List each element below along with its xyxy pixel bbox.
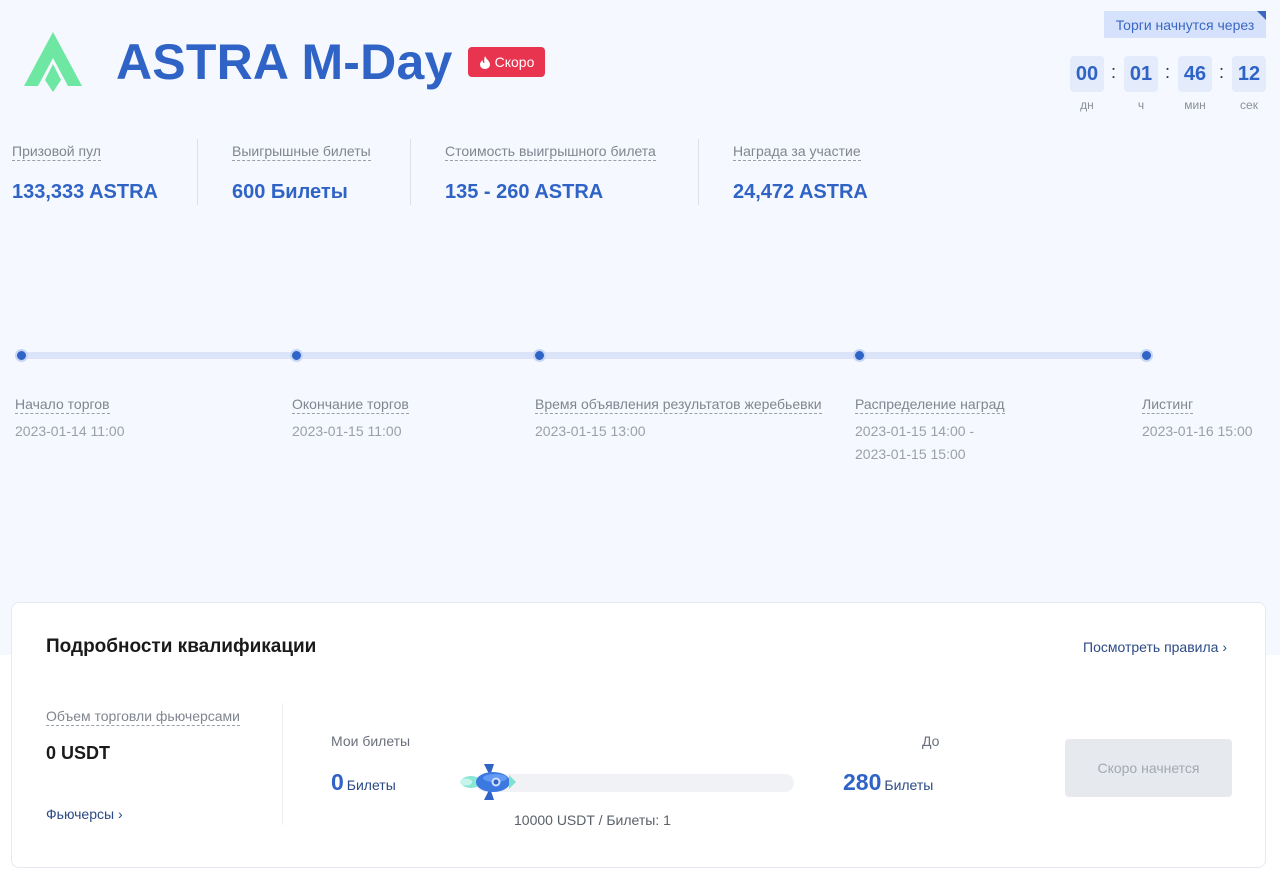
rocket-icon bbox=[460, 764, 516, 800]
timeline-item-trading-start: Начало торгов 2023-01-14 11:00 bbox=[15, 396, 125, 443]
futures-link[interactable]: Фьючерсы › bbox=[46, 806, 123, 822]
astra-logo-icon bbox=[24, 32, 82, 92]
my-tickets-value: 0 bbox=[331, 769, 344, 795]
timeline-track bbox=[22, 352, 1148, 359]
futures-link-label: Фьючерсы bbox=[46, 806, 115, 822]
countdown-days: 00 bbox=[1070, 56, 1104, 92]
timeline-dot bbox=[15, 349, 28, 362]
timeline-date-end: 2023-01-15 15:00 bbox=[855, 446, 966, 462]
countdown-unit-days: дн bbox=[1080, 98, 1094, 112]
max-tickets-label: До bbox=[922, 733, 940, 749]
stat-label[interactable]: Награда за участие bbox=[733, 143, 861, 161]
stat-label[interactable]: Стоимость выигрышного билета bbox=[445, 143, 656, 161]
stat-divider bbox=[410, 139, 411, 205]
starting-soon-button[interactable]: Скоро начнется bbox=[1065, 739, 1232, 797]
timeline-item-reward-distribution: Распределение наград 2023-01-15 14:00 - … bbox=[855, 396, 1005, 466]
view-rules-label: Посмотреть правила bbox=[1083, 639, 1219, 655]
countdown-unit-seconds: сек bbox=[1240, 98, 1258, 112]
countdown-label: Торги начнутся через bbox=[1104, 11, 1266, 38]
tickets-unit: Билеты bbox=[346, 777, 396, 793]
tickets-unit: Билеты bbox=[884, 777, 934, 793]
stat-divider bbox=[197, 139, 198, 205]
stat-winning-tickets: Выигрышные билеты 600 Билеты bbox=[232, 143, 371, 204]
stat-value: 135 - 260 ASTRA bbox=[445, 181, 604, 203]
timeline-date: 2023-01-14 11:00 bbox=[15, 423, 125, 439]
stat-divider bbox=[698, 139, 699, 205]
page-title: ASTRA M-Day bbox=[116, 34, 453, 90]
countdown-separator: : bbox=[1165, 62, 1171, 82]
stat-value: 24,472 ASTRA bbox=[733, 181, 868, 203]
status-badge: Скоро bbox=[468, 47, 545, 77]
fire-icon bbox=[479, 55, 490, 69]
timeline-dot bbox=[853, 349, 866, 362]
countdown-separator: : bbox=[1219, 62, 1225, 82]
timeline-date: 2023-01-15 14:00 - 2023-01-15 15:00 bbox=[855, 420, 1005, 466]
timeline-label[interactable]: Время объявления результатов жеребьевки bbox=[535, 396, 822, 414]
my-tickets-label: Мои билеты bbox=[331, 733, 411, 749]
max-tickets-count: 280 Билеты bbox=[843, 769, 933, 796]
stat-participation-reward: Награда за участие 24,472 ASTRA bbox=[733, 143, 868, 204]
stat-value: 600 Билеты bbox=[232, 181, 348, 203]
timeline-date: 2023-01-15 13:00 bbox=[535, 423, 646, 439]
qualification-card: Подробности квалификации Посмотреть прав… bbox=[11, 602, 1266, 868]
timeline-label[interactable]: Начало торгов bbox=[15, 396, 110, 414]
status-badge-label: Скоро bbox=[494, 54, 535, 70]
timeline-label[interactable]: Распределение наград bbox=[855, 396, 1005, 414]
countdown-unit-hours: ч bbox=[1137, 98, 1145, 112]
chevron-right-icon: › bbox=[117, 806, 123, 822]
ticket-progress-bar bbox=[476, 774, 794, 792]
timeline-dot bbox=[290, 349, 303, 362]
countdown-seconds: 12 bbox=[1232, 56, 1266, 92]
timeline-label[interactable]: Окончание торгов bbox=[292, 396, 409, 414]
futures-volume-label[interactable]: Объем торговли фьючерсами bbox=[46, 708, 241, 726]
timeline-dot bbox=[1140, 349, 1153, 362]
card-divider bbox=[282, 703, 283, 825]
stat-ticket-value: Стоимость выигрышного билета 135 - 260 A… bbox=[445, 143, 656, 204]
timeline-item-draw-results: Время объявления результатов жеребьевки … bbox=[535, 396, 822, 443]
max-tickets-value: 280 bbox=[843, 769, 882, 795]
futures-volume-value: 0 USDT bbox=[46, 743, 111, 763]
countdown-unit-minutes: мин bbox=[1184, 98, 1206, 112]
timeline-item-trading-end: Окончание торгов 2023-01-15 11:00 bbox=[292, 396, 409, 443]
chevron-right-icon: › bbox=[1222, 639, 1227, 655]
timeline-date: 2023-01-16 15:00 bbox=[1142, 423, 1253, 439]
countdown-minutes: 46 bbox=[1178, 56, 1212, 92]
timeline-dot bbox=[533, 349, 546, 362]
countdown-separator: : bbox=[1111, 62, 1117, 82]
view-rules-link[interactable]: Посмотреть правила › bbox=[1083, 639, 1227, 655]
timeline-date-start: 2023-01-15 14:00 - bbox=[855, 423, 975, 439]
qualification-title: Подробности квалификации bbox=[46, 636, 317, 657]
ticket-rate: 10000 USDT / Билеты: 1 bbox=[514, 812, 671, 828]
stat-value: 133,333 ASTRA bbox=[12, 181, 158, 203]
stat-label[interactable]: Призовой пул bbox=[12, 143, 101, 161]
timeline-label[interactable]: Листинг bbox=[1142, 396, 1194, 414]
stat-label[interactable]: Выигрышные билеты bbox=[232, 143, 371, 161]
stat-prize-pool: Призовой пул 133,333 ASTRA bbox=[12, 143, 158, 204]
timeline-item-listing: Листинг 2023-01-16 15:00 bbox=[1142, 396, 1253, 443]
my-tickets-count: 0 Билеты bbox=[331, 769, 396, 796]
timeline-date: 2023-01-15 11:00 bbox=[292, 423, 402, 439]
countdown-hours: 01 bbox=[1124, 56, 1158, 92]
